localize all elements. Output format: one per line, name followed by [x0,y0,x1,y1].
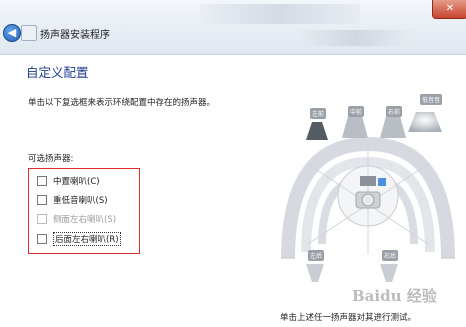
back-arrow-icon[interactable]: ◀ [3,24,21,42]
center-speaker-checkbox[interactable]: 中置喇叭(C) [37,175,100,187]
instructions-text: 单击以下复选框来表示环绕配置中存在的扬声器。 [28,98,216,108]
page-title: 自定义配置 [26,65,89,80]
front-left-label[interactable]: 左前 [310,108,327,119]
rear-right-label[interactable]: 右后 [382,250,399,261]
center-label[interactable]: 中前 [348,106,365,117]
rear-speakers-checkbox[interactable]: 后面左右喇叭(R) [37,232,121,246]
front-right-label[interactable]: 右前 [386,106,403,117]
close-button[interactable]: ✕ [432,0,466,19]
checkbox-label: 重低音喇叭(S) [53,196,108,206]
checkbox[interactable] [37,176,47,186]
subwoofer-label[interactable]: 低音音 [420,94,443,105]
rear-left-label[interactable]: 左后 [308,250,325,261]
window-title: 扬声器安装程序 [40,30,110,41]
checkbox-label: 中置喇叭(C) [53,177,100,187]
speaker-layout-graphic [281,112,455,282]
footer-hint: 单击上述任一扬声器对其进行测试。 [280,313,417,323]
speaker-checkbox-group: 中置喇叭(C) 重低音喇叭(S) 侧面左右喇叭(S) 后面左右喇叭(R) [28,168,140,254]
checkbox [37,214,47,224]
subwoofer-checkbox[interactable]: 重低音喇叭(S) [37,194,108,206]
checkbox[interactable] [37,234,47,244]
blurred-background [300,30,410,46]
speaker-setup-icon [21,25,37,41]
speaker-group-label: 可选扬声器: [28,154,74,164]
checkbox[interactable] [37,195,47,205]
side-speakers-checkbox: 侧面左右喇叭(S) [37,213,116,225]
checkbox-label: 侧面左右喇叭(S) [53,215,117,225]
checkbox-label: 后面左右喇叭(R) [53,232,121,246]
watermark: Baidu 经验 [352,287,437,305]
title-bar: ◀ 扬声器安装程序 ✕ [0,0,466,55]
speaker-diagram: 左前 中前 右前 低音音 左后 右后 [278,94,458,304]
blurred-background [200,4,360,24]
